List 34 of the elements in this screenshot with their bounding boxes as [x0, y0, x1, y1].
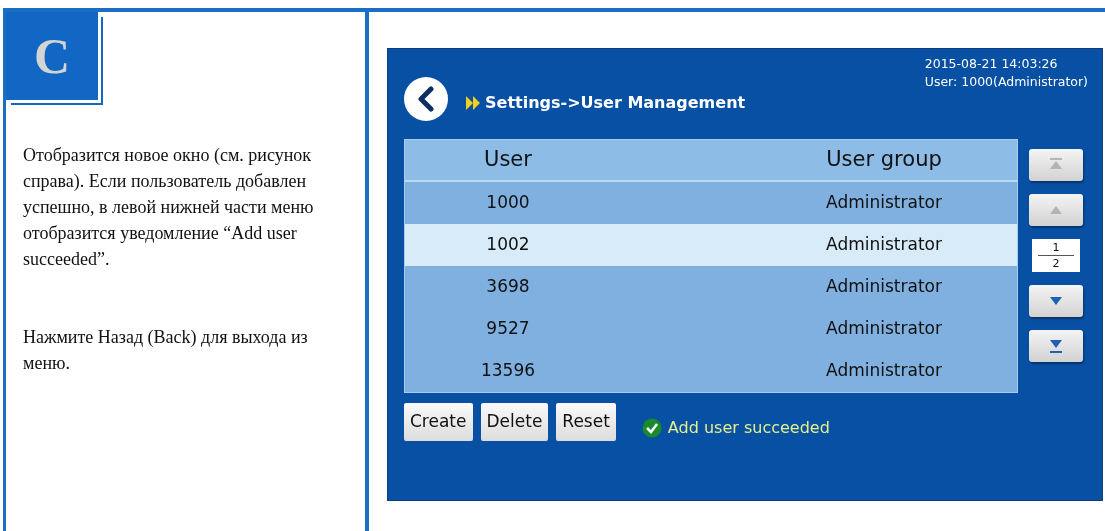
paragraph: Нажмите Назад (Back) для выхода из меню. [23, 326, 309, 375]
check-icon [641, 417, 662, 438]
column-header: User group [825, 146, 943, 174]
table-cell-text: Administrator [825, 317, 943, 341]
table-cell-text: Administrator [825, 359, 943, 383]
table-row[interactable]: 1002 Administrator [405, 224, 1017, 266]
chevron-left-icon [416, 86, 436, 112]
table-cell-text: 1000 [485, 191, 531, 215]
table-cell-text: 1002 [485, 233, 531, 257]
table-row[interactable]: 13596 Administrator [405, 350, 1017, 392]
table-cell-text: 3698 [485, 275, 531, 299]
action-button[interactable]: Reset [556, 403, 616, 441]
table-cell-text: Administrator [825, 233, 943, 257]
table-row[interactable]: 9527 Administrator [405, 308, 1017, 350]
table-cell-text: Administrator [825, 275, 943, 299]
table-row[interactable]: 1000 Administrator [405, 182, 1017, 224]
column-header: User [483, 146, 533, 174]
table-cell-text: Administrator [825, 191, 943, 215]
table-row[interactable]: 3698 Administrator [405, 266, 1017, 308]
breadcrumb: Settings->User Management [485, 92, 746, 114]
table-cell-text: 9527 [485, 317, 531, 341]
action-button[interactable]: Delete [480, 403, 549, 441]
double-arrow-icon [466, 96, 482, 110]
page-down-button[interactable] [1029, 285, 1083, 317]
last-page-button[interactable] [1029, 330, 1083, 362]
back-button[interactable] [404, 77, 448, 121]
status-message: Add user succeeded [667, 416, 830, 439]
table-cell-text: 13596 [479, 359, 537, 383]
page-number: 1 [1051, 241, 1061, 254]
action-button[interactable]: Create [404, 403, 473, 441]
paragraph: Отобразится новое окно (см. рисунок справа). Если пользователь добавлен успешно, в левой нижней части меню отобразится уведомление “Add user succeeded”. [23, 144, 315, 271]
datetime: 2015-08-21 14:03:26 [924, 55, 1059, 73]
page-total: 2 [1051, 257, 1061, 270]
current-user: User: 1000(Administrator) [924, 73, 1088, 91]
